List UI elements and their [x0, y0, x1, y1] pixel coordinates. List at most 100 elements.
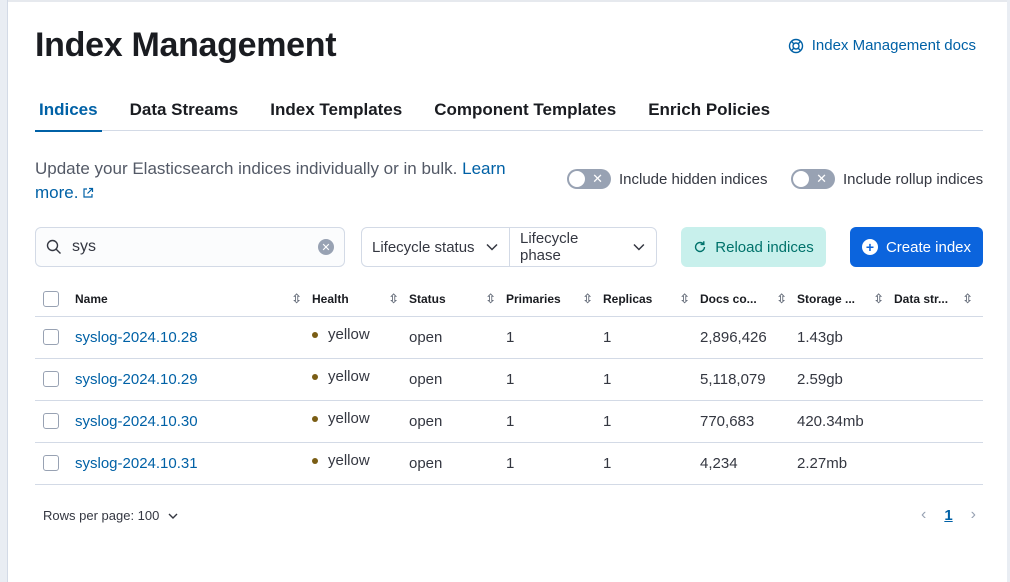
index-name-link[interactable]: syslog-2024.10.30: [75, 413, 198, 430]
search-icon: [46, 239, 61, 254]
indices-table: Name ⇳ Health ⇳ Status ⇳ Primaries ⇳ Replica…: [35, 282, 983, 485]
health-status: yellow: [312, 410, 370, 427]
clear-search-icon[interactable]: ✕: [318, 239, 334, 255]
storage-size-cell: 2.27mb: [797, 442, 894, 485]
health-dot-icon: [312, 331, 318, 338]
storage-size-cell: 2.59gb: [797, 358, 894, 401]
tab-component-templates[interactable]: Component Templates: [430, 100, 620, 131]
tab-enrich-policies[interactable]: Enrich Policies: [644, 100, 774, 131]
sort-icon: ⇳: [291, 290, 302, 306]
index-name-link[interactable]: syslog-2024.10.31: [75, 455, 198, 472]
health-dot-icon: [312, 373, 318, 380]
page-title: Index Management: [35, 26, 337, 64]
replicas-cell: 1: [603, 442, 700, 485]
column-header-health[interactable]: Health ⇳: [312, 282, 409, 317]
toggle-off-icon: ✕: [816, 171, 827, 186]
column-header-name[interactable]: Name ⇳: [75, 282, 312, 317]
previous-page-icon[interactable]: ‹: [921, 506, 926, 524]
primaries-cell: 1: [506, 316, 603, 359]
column-header-status[interactable]: Status ⇳: [409, 282, 506, 317]
health-status: yellow: [312, 326, 370, 343]
primaries-cell: 1: [506, 358, 603, 401]
next-page-icon[interactable]: ›: [971, 506, 976, 524]
data-stream-cell: [894, 316, 983, 359]
status-cell: open: [409, 358, 506, 401]
storage-size-cell: 420.34mb: [797, 400, 894, 443]
include-hidden-toggle[interactable]: ✕ Include hidden indices: [567, 169, 767, 189]
data-stream-cell: [894, 442, 983, 485]
rows-per-page-selector[interactable]: Rows per page: 100: [43, 508, 179, 523]
data-stream-cell: [894, 358, 983, 401]
row-checkbox[interactable]: [43, 413, 59, 429]
select-all-checkbox[interactable]: [43, 290, 59, 307]
table-row: syslog-2024.10.31 yellow open 1 1 4,234 …: [35, 442, 983, 485]
top-frame-border: [8, 0, 1010, 2]
toggle-track[interactable]: ✕: [567, 169, 611, 189]
plus-icon: +: [861, 239, 878, 255]
health-status: yellow: [312, 368, 370, 385]
primaries-cell: 1: [506, 442, 603, 485]
include-hidden-label: Include hidden indices: [619, 170, 768, 188]
row-checkbox[interactable]: [43, 329, 59, 345]
toggle-off-icon: ✕: [592, 171, 603, 186]
include-rollup-toggle[interactable]: ✕ Include rollup indices: [791, 169, 983, 189]
reload-indices-button[interactable]: Reload indices: [681, 227, 826, 267]
tab-index-templates[interactable]: Index Templates: [266, 100, 406, 131]
tab-indices[interactable]: Indices: [35, 100, 102, 132]
tab-bar: Indices Data Streams Index Templates Com…: [35, 100, 983, 132]
rows-per-page-label: Rows per page: 100: [43, 508, 160, 523]
status-cell: open: [409, 400, 506, 443]
column-header-storage-size[interactable]: Storage ... ⇳: [797, 282, 894, 317]
health-status: yellow: [312, 452, 370, 469]
column-header-primaries[interactable]: Primaries ⇳: [506, 282, 603, 317]
docs-link[interactable]: Index Management docs: [788, 37, 976, 54]
health-dot-icon: [312, 457, 318, 464]
tab-data-streams[interactable]: Data Streams: [126, 100, 243, 131]
docs-count-cell: 770,683: [700, 400, 797, 443]
row-checkbox[interactable]: [43, 371, 59, 387]
pagination: ‹ 1 ›: [921, 506, 976, 524]
lifecycle-status-label: Lifecycle status: [372, 238, 475, 256]
index-name-link[interactable]: syslog-2024.10.28: [75, 329, 198, 346]
page-number-button[interactable]: 1: [944, 507, 952, 524]
sort-icon: ⇳: [776, 290, 787, 306]
health-dot-icon: [312, 415, 318, 422]
lifecycle-phase-label: Lifecycle phase: [520, 230, 579, 264]
toggle-knob: [568, 170, 586, 188]
docs-link-label: Index Management docs: [811, 37, 976, 54]
toggle-track[interactable]: ✕: [791, 169, 835, 189]
filter-group: Lifecycle status Lifecycle phase: [361, 227, 657, 267]
primaries-cell: 1: [506, 400, 603, 443]
docs-count-cell: 4,234: [700, 442, 797, 485]
replicas-cell: 1: [603, 400, 700, 443]
row-checkbox[interactable]: [43, 455, 59, 471]
search-input[interactable]: [72, 238, 318, 256]
lifecycle-status-filter[interactable]: Lifecycle status: [362, 228, 509, 266]
search-box[interactable]: ✕: [35, 227, 345, 267]
create-index-button[interactable]: + Create index: [850, 227, 983, 267]
lifebuoy-icon: [788, 38, 803, 53]
docs-count-cell: 5,118,079: [700, 358, 797, 401]
storage-size-cell: 1.43gb: [797, 316, 894, 359]
chevron-down-icon: [486, 243, 498, 251]
column-header-data-stream[interactable]: Data str... ⇳: [894, 282, 983, 317]
sort-icon: ⇳: [485, 290, 496, 306]
status-cell: open: [409, 316, 506, 359]
sort-icon: ⇳: [679, 290, 690, 306]
data-stream-cell: [894, 400, 983, 443]
chevron-down-icon: [633, 244, 645, 251]
index-name-link[interactable]: syslog-2024.10.29: [75, 371, 198, 388]
chevron-down-icon: [168, 513, 178, 519]
lifecycle-phase-filter[interactable]: Lifecycle phase: [509, 228, 656, 266]
sort-icon: ⇳: [873, 290, 884, 306]
column-header-replicas[interactable]: Replicas ⇳: [603, 282, 700, 317]
table-row: syslog-2024.10.28 yellow open 1 1 2,896,…: [35, 316, 983, 359]
sort-icon: ⇳: [582, 290, 593, 306]
status-cell: open: [409, 442, 506, 485]
external-link-icon: [83, 187, 94, 198]
column-header-docs-count[interactable]: Docs co... ⇳: [700, 282, 797, 317]
sort-icon: ⇳: [962, 290, 973, 306]
replicas-cell: 1: [603, 358, 700, 401]
table-row: syslog-2024.10.29 yellow open 1 1 5,118,…: [35, 358, 983, 401]
docs-count-cell: 2,896,426: [700, 316, 797, 359]
